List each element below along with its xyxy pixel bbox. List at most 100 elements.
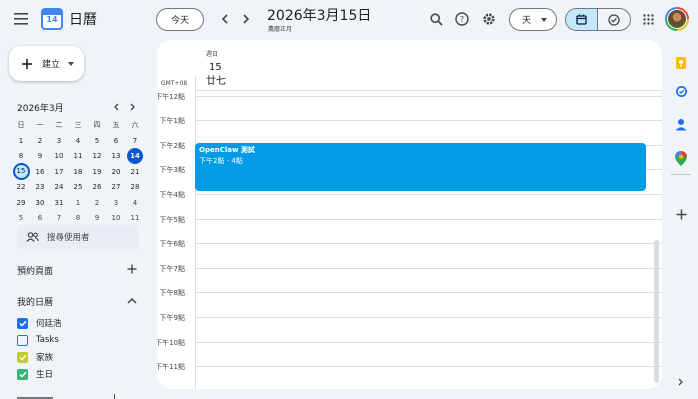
mini-day[interactable]: 29 xyxy=(12,195,30,211)
mini-day[interactable]: 7 xyxy=(126,133,144,149)
mini-next-month-icon[interactable] xyxy=(127,100,139,113)
mini-day[interactable]: 8 xyxy=(69,210,87,226)
mini-day[interactable]: 26 xyxy=(88,179,106,195)
menu-icon[interactable] xyxy=(12,10,30,28)
calendar-view-icon[interactable] xyxy=(566,9,599,30)
calendar-item[interactable]: 何廷浩 xyxy=(17,316,62,330)
help-icon[interactable]: ? xyxy=(453,10,471,28)
dropdown-arrow-icon xyxy=(68,61,75,66)
mini-day[interactable]: 10 xyxy=(50,148,68,164)
other-calendars-label-cut xyxy=(17,394,57,399)
expand-side-panel-icon[interactable] xyxy=(672,373,690,391)
mini-day[interactable]: 19 xyxy=(88,164,106,180)
search-icon[interactable] xyxy=(427,10,445,28)
mini-prev-month-icon[interactable] xyxy=(110,100,122,113)
mini-day[interactable]: 25 xyxy=(69,179,87,195)
calendar-item[interactable]: Tasks xyxy=(17,333,59,347)
calendar-logo: 14 xyxy=(41,8,63,30)
mini-day[interactable]: 13 xyxy=(107,148,125,164)
calendar-checkbox[interactable] xyxy=(17,317,28,329)
mini-day[interactable]: 30 xyxy=(31,195,49,211)
mini-day[interactable]: 6 xyxy=(31,210,49,226)
hour-gridline xyxy=(195,193,662,195)
mini-day[interactable]: 9 xyxy=(88,210,106,226)
maps-icon[interactable] xyxy=(672,149,690,167)
mini-day[interactable]: 21 xyxy=(126,164,144,180)
mini-day[interactable]: 17 xyxy=(50,164,68,180)
dropdown-arrow-icon xyxy=(541,17,548,22)
mini-day[interactable]: 23 xyxy=(31,179,49,195)
create-button[interactable]: 建立 xyxy=(9,46,84,81)
mini-day[interactable]: 4 xyxy=(69,133,87,149)
mini-day[interactable]: 1 xyxy=(12,133,30,149)
day-view: 週日 15 廿七 GMT+08 下午12點 下午1點 下午2點 下午3點 下午4點 下午5… xyxy=(157,40,662,389)
day-of-week: 週日 xyxy=(206,51,219,58)
mini-day[interactable]: 11 xyxy=(69,148,87,164)
time-grid[interactable]: 下午12點 下午1點 下午2點 下午3點 下午4點 下午5點 下午6點 下午7點 下午8點 下午9… xyxy=(157,91,662,389)
mini-day[interactable]: 2 xyxy=(88,195,106,211)
my-calendars-label: 我的日曆 xyxy=(17,298,54,308)
calendar-checkbox[interactable] xyxy=(17,368,28,380)
apps-grid-icon[interactable] xyxy=(640,10,656,28)
mini-day[interactable]: 6 xyxy=(107,133,125,149)
calendar-item[interactable]: 生日 xyxy=(17,367,53,381)
mini-day[interactable]: 10 xyxy=(107,210,125,226)
chevron-left-icon[interactable] xyxy=(217,10,233,28)
day-view-scrollbar[interactable] xyxy=(654,240,659,383)
mini-day[interactable]: 16 xyxy=(31,164,49,180)
hour-gridline xyxy=(195,316,662,318)
mini-day[interactable]: 31 xyxy=(50,195,68,211)
chevron-right-icon[interactable] xyxy=(238,10,254,28)
keep-icon[interactable] xyxy=(672,54,690,72)
mini-day[interactable]: 24 xyxy=(50,179,68,195)
mini-day[interactable]: 5 xyxy=(12,210,30,226)
chevron-up-icon[interactable] xyxy=(125,293,139,307)
hour-label: 下午7點 xyxy=(159,264,185,273)
search-people-placeholder: 搜尋使用者 xyxy=(47,233,90,243)
settings-icon[interactable] xyxy=(480,10,498,28)
view-select[interactable]: 天 xyxy=(509,8,557,31)
add-addon-icon[interactable] xyxy=(672,205,690,223)
calendar-item[interactable]: 家族 xyxy=(17,350,53,364)
lunar-day: 廿七 xyxy=(206,76,226,87)
calendar-checkbox[interactable] xyxy=(17,351,28,363)
mini-day[interactable]: 3 xyxy=(50,133,68,149)
add-booking-page-icon[interactable] xyxy=(125,262,139,276)
mini-day[interactable]: 9 xyxy=(31,148,49,164)
rail-divider xyxy=(671,174,691,175)
timezone-label: GMT+08 xyxy=(161,80,188,87)
mini-day[interactable]: 22 xyxy=(12,179,30,195)
mini-day-selected[interactable]: 15 xyxy=(12,162,30,180)
logo-day: 14 xyxy=(46,15,58,24)
mini-day[interactable]: 1 xyxy=(69,195,87,211)
mini-day[interactable]: 12 xyxy=(88,148,106,164)
mini-day[interactable]: 27 xyxy=(107,179,125,195)
mini-weekday-header: 六 xyxy=(131,121,139,129)
mini-day[interactable]: 7 xyxy=(50,210,68,226)
mini-day[interactable]: 28 xyxy=(126,179,144,195)
mini-day[interactable]: 11 xyxy=(126,210,144,226)
mini-day[interactable]: 20 xyxy=(107,164,125,180)
account-avatar[interactable] xyxy=(665,7,689,31)
plus-icon xyxy=(22,58,32,69)
top-app-bar: 14 日曆 今天 2026年3月15日 農曆正月 ? 天 xyxy=(0,0,698,38)
today-button[interactable]: 今天 xyxy=(156,8,204,31)
hour-label: 下午12點 xyxy=(157,92,185,101)
date-title: 2026年3月15日 xyxy=(267,8,372,24)
tasks-view-icon[interactable] xyxy=(598,9,630,30)
mini-day[interactable]: 18 xyxy=(69,164,87,180)
calendar-name: 生日 xyxy=(36,370,54,380)
mini-day-today[interactable]: 14 xyxy=(127,148,143,164)
mini-day[interactable]: 3 xyxy=(107,195,125,211)
add-other-calendar-icon-cut[interactable] xyxy=(112,394,118,399)
event-openclaw[interactable]: OpenClaw 測試 下午2點 - 4點 xyxy=(195,143,646,191)
contacts-icon[interactable] xyxy=(672,115,690,133)
mini-day[interactable]: 2 xyxy=(31,133,49,149)
mini-day[interactable]: 5 xyxy=(88,133,106,149)
calendar-checkbox[interactable] xyxy=(17,334,28,346)
tasks-icon[interactable] xyxy=(672,82,690,100)
create-button-label: 建立 xyxy=(42,60,61,70)
mini-day[interactable]: 4 xyxy=(126,195,144,211)
search-people-field[interactable]: 搜尋使用者 xyxy=(17,225,139,249)
mini-day[interactable]: 8 xyxy=(12,148,30,164)
